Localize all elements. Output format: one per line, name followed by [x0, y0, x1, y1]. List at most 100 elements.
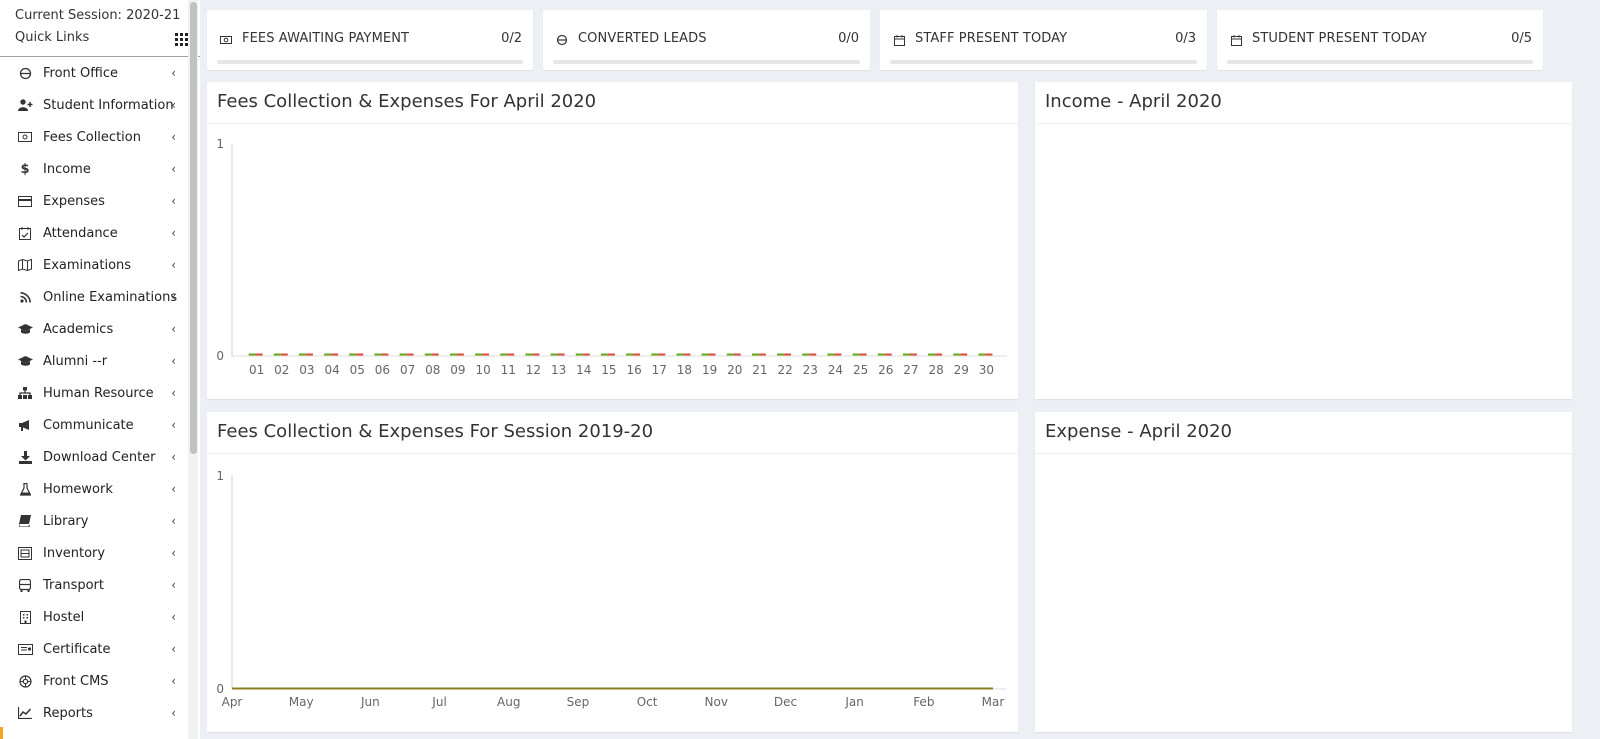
- credit-card-icon: [16, 193, 34, 209]
- building-icon: [16, 609, 34, 625]
- x-tick-label: 17: [652, 363, 667, 377]
- x-tick-label: 11: [501, 363, 516, 377]
- sidebar-item-certificate[interactable]: Certificate ‹: [0, 633, 200, 665]
- sidebar-item-label: Communicate: [43, 417, 134, 433]
- sidebar-item-transport[interactable]: Transport ‹: [0, 569, 200, 601]
- sidebar-item-income[interactable]: $ Income ‹: [0, 153, 200, 185]
- sidebar-item-download-center[interactable]: Download Center ‹: [0, 441, 200, 473]
- bar-fees: [349, 353, 357, 356]
- x-tick-label: 08: [425, 363, 440, 377]
- x-tick-label: 07: [400, 363, 415, 377]
- chart-monthly: 0101 02 03 04 05 06 07 08 09 10 11 12 13 14 15 16 17 18 19…: [216, 137, 1007, 377]
- sidebar-item-label: Expenses: [43, 193, 105, 209]
- panel-title: Expense - April 2020: [1035, 412, 1572, 454]
- panel-title: Income - April 2020: [1035, 82, 1572, 124]
- sidebar-item-reports[interactable]: Reports ‹: [0, 697, 200, 729]
- bullhorn-icon: [16, 417, 34, 433]
- stat-label: FEES AWAITING PAYMENT: [242, 31, 410, 46]
- x-tick-label: Apr: [222, 695, 243, 709]
- panel-expense: Expense - April 2020: [1035, 412, 1572, 732]
- sidebar-item-hostel[interactable]: Hostel ‹: [0, 601, 200, 633]
- bar-fees: [273, 353, 281, 356]
- bar-expense: [431, 353, 439, 356]
- sidebar-item-label: Inventory: [43, 545, 106, 561]
- y-tick-label: 0: [216, 682, 224, 696]
- sidebar-item-label: Homework: [43, 481, 113, 497]
- stat-card-converted-leads: CONVERTED LEADS 0/0: [543, 10, 870, 70]
- x-tick-label: 27: [903, 363, 918, 377]
- quick-links-label[interactable]: Quick Links: [15, 27, 200, 49]
- sidebar-item-expenses[interactable]: Expenses ‹: [0, 185, 200, 217]
- x-tick-label: 06: [375, 363, 390, 377]
- inventory-icon: [16, 545, 34, 561]
- panel-title: Fees Collection & Expenses For April 202…: [207, 82, 1018, 124]
- sidebar-item-label: Online Examinations: [43, 289, 178, 305]
- bar-expense: [758, 353, 766, 356]
- x-tick-label: Oct: [637, 695, 658, 709]
- x-tick-label: Feb: [913, 695, 934, 709]
- chevron-left-icon: ‹: [171, 98, 176, 112]
- sidebar-item-front-cms[interactable]: Front CMS ‹: [0, 665, 200, 697]
- chevron-left-icon: ‹: [171, 578, 176, 592]
- bar-fees: [374, 353, 382, 356]
- x-tick-label: Mar: [982, 695, 1005, 709]
- y-tick-label: 1: [216, 137, 224, 151]
- stat-label: CONVERTED LEADS: [578, 31, 707, 46]
- bar-fees: [475, 353, 483, 356]
- bar-fees: [726, 353, 734, 356]
- sidebar-item-alumni-r[interactable]: Alumni --r ‹: [0, 345, 200, 377]
- current-session-label[interactable]: Current Session: 2020-21: [15, 6, 200, 26]
- sidebar-item-academics[interactable]: Academics ‹: [0, 313, 200, 345]
- calendar-icon: [1229, 33, 1243, 47]
- bar-expense: [532, 353, 540, 356]
- x-tick-label: 05: [350, 363, 365, 377]
- x-tick-label: 24: [828, 363, 843, 377]
- grid-icon[interactable]: [175, 33, 188, 46]
- chevron-left-icon: ‹: [171, 418, 176, 432]
- bar-expense: [607, 353, 615, 356]
- chevron-left-icon: ‹: [171, 322, 176, 336]
- bar-expense: [909, 353, 917, 356]
- bar-fees: [877, 353, 885, 356]
- bar-fees: [751, 353, 759, 356]
- sidebar-scrollbar-thumb[interactable]: [190, 2, 197, 454]
- x-tick-label: Jun: [360, 695, 380, 709]
- stat-progress-bar: [1227, 60, 1533, 64]
- bar-fees: [324, 353, 332, 356]
- sidebar-item-label: Attendance: [43, 225, 118, 241]
- chevron-left-icon: ‹: [171, 162, 176, 176]
- bar-expense: [784, 353, 792, 356]
- sidebar-item-inventory[interactable]: Inventory ‹: [0, 537, 200, 569]
- x-tick-label: 16: [626, 363, 641, 377]
- book-icon: [16, 513, 34, 529]
- sidebar-item-front-office[interactable]: Front Office ‹: [0, 57, 200, 89]
- bar-fees: [676, 353, 684, 356]
- bar-fees: [852, 353, 860, 356]
- active-item-marker: [0, 727, 3, 739]
- x-tick-label: 18: [677, 363, 692, 377]
- chevron-left-icon: ‹: [171, 642, 176, 656]
- sidebar-item-fees-collection[interactable]: Fees Collection ‹: [0, 121, 200, 153]
- sidebar-item-communicate[interactable]: Communicate ‹: [0, 409, 200, 441]
- x-tick-label: 14: [576, 363, 591, 377]
- sidebar-item-online-examinations[interactable]: Online Examinations ‹: [0, 281, 200, 313]
- sidebar-item-library[interactable]: Library ‹: [0, 505, 200, 537]
- bar-fees: [424, 353, 432, 356]
- panel-title: Fees Collection & Expenses For Session 2…: [207, 412, 1018, 454]
- x-tick-label: 12: [526, 363, 541, 377]
- money-icon: [219, 33, 233, 47]
- sidebar-item-human-resource[interactable]: Human Resource ‹: [0, 377, 200, 409]
- sidebar-item-examinations[interactable]: Examinations ‹: [0, 249, 200, 281]
- stat-progress-bar: [890, 60, 1197, 64]
- sidebar-item-attendance[interactable]: Attendance ‹: [0, 217, 200, 249]
- bar-expense: [482, 353, 490, 356]
- bar-expense: [280, 353, 288, 356]
- graduation-cap-icon: [16, 321, 34, 337]
- sidebar-item-student-information[interactable]: Student Information ‹: [0, 89, 200, 121]
- x-tick-label: 01: [249, 363, 264, 377]
- certificate-icon: [16, 641, 34, 657]
- bar-fees: [802, 353, 810, 356]
- bar-expense: [381, 353, 389, 356]
- bar-expense: [255, 353, 263, 356]
- sidebar-item-homework[interactable]: Homework ‹: [0, 473, 200, 505]
